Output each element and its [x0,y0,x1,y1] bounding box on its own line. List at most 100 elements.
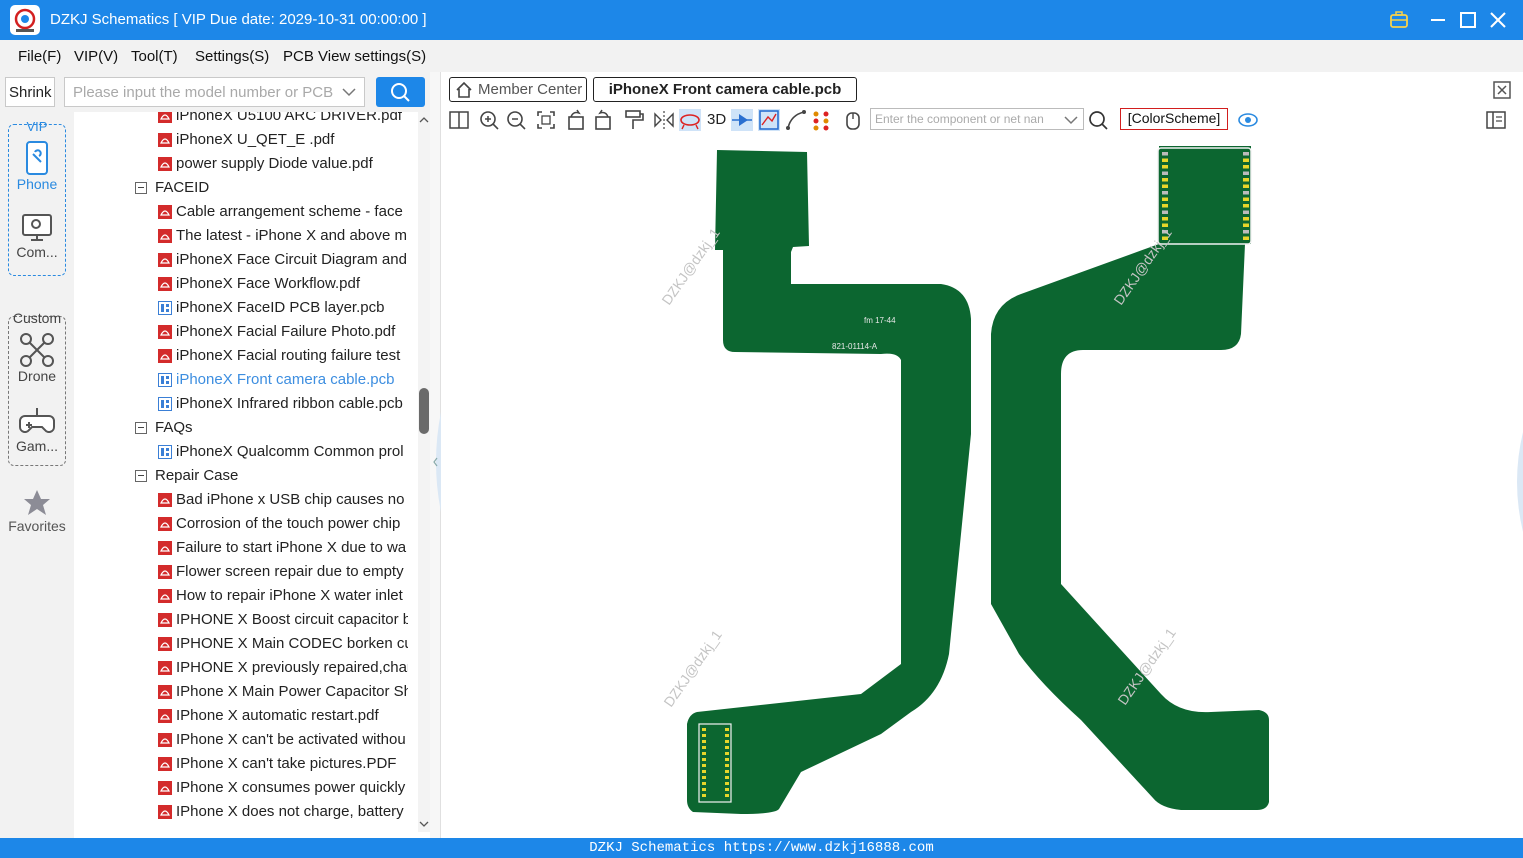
find-search-icon[interactable] [1087,109,1109,131]
tree-item[interactable]: iPhoneX U5100 ARC DRIVER.pdf [158,112,408,128]
briefcase-icon[interactable] [1388,9,1410,31]
tree-item[interactable]: IPHONE X Boost circuit capacitor b [158,608,408,632]
minimize-button[interactable] [1427,9,1449,31]
connector-pad[interactable] [1243,165,1249,169]
connector-pad[interactable] [702,770,706,773]
connector-pad[interactable] [702,752,706,755]
tree-folder[interactable]: FACEID [135,176,335,200]
eye-icon[interactable] [1237,109,1259,131]
connector-pad[interactable] [725,746,729,749]
tree-item[interactable]: IPhone X can't take pictures.PDF [158,752,408,776]
category-drone[interactable]: Drone [0,332,74,384]
connector-pad[interactable] [1162,191,1168,195]
pcb-canvas[interactable]: fm 17-44 821-01114-A DZKJ@dzkj_1 DZKJ@dz… [441,134,1523,838]
tab-active-pcb[interactable]: iPhoneX Front camera cable.pcb [593,77,857,102]
connector-pad[interactable] [1243,236,1249,241]
connector-pad[interactable] [1162,210,1168,215]
menu-tool[interactable]: Tool(T) [131,48,178,65]
tree-item[interactable]: iPhoneX FaceID PCB layer.pcb [158,296,408,320]
connector-pad[interactable] [702,734,706,737]
tree-item[interactable]: IPhone X automatic restart.pdf [158,704,408,728]
connector-pad[interactable] [1162,204,1168,208]
tree-folder[interactable]: Repair Case [135,464,335,488]
zoom-in-icon[interactable] [478,109,500,131]
tree-item[interactable]: IPhone X can't be activated withou [158,728,408,752]
tree-item[interactable]: iPhoneX Face Circuit Diagram and [158,248,408,272]
connector-pad[interactable] [1243,152,1249,156]
connector-pad[interactable] [702,758,706,761]
connector-pad[interactable] [725,770,729,773]
connector-pad[interactable] [725,752,729,755]
pcb-board-view[interactable]: fm 17-44 821-01114-A DZKJ@dzkj_1 DZKJ@dz… [441,134,1523,838]
menu-pcb-view-settings[interactable]: PCB View settings(S) [283,48,426,65]
connector-pad[interactable] [725,794,729,797]
pins-icon[interactable] [811,109,833,131]
tree-item[interactable]: iPhoneX Qualcomm Common prol [158,440,408,464]
tree-item[interactable]: IPHONE X previously repaired,char [158,656,408,680]
tree-item[interactable]: iPhoneX Infrared ribbon cable.pcb [158,392,408,416]
tree-item[interactable]: iPhoneX Facial routing failure test [158,344,408,368]
fit-view-icon[interactable] [535,109,557,131]
chevron-down-icon[interactable] [1064,115,1078,125]
category-computer[interactable]: Com... [0,212,74,260]
connector-pad[interactable] [1243,204,1249,208]
rotate-right-icon[interactable] [592,109,614,131]
menu-file[interactable]: File(F) [18,48,61,65]
color-scheme-button[interactable]: [ColorScheme] [1120,108,1228,130]
collapse-toggle-icon[interactable] [135,422,147,434]
panel-splitter[interactable] [430,72,441,838]
net-highlight-icon[interactable] [758,109,780,131]
tree-item[interactable]: IPhone X consumes power quickly [158,776,408,800]
connector-pad[interactable] [1162,178,1168,182]
connector-pad[interactable] [1243,158,1249,163]
connector-pad[interactable] [702,764,706,767]
scroll-up-icon[interactable] [418,114,430,126]
connector-pad[interactable] [1243,217,1249,221]
connector-pad[interactable] [702,776,706,779]
connector-pad[interactable] [725,788,729,791]
shrink-button[interactable]: Shrink [5,77,55,107]
connector-pad[interactable] [1162,197,1168,202]
flip-board-icon[interactable] [679,109,701,131]
connector-pad[interactable] [1243,223,1249,228]
connector-pad[interactable] [702,728,706,731]
category-phone[interactable]: Phone [0,140,74,192]
chevron-down-icon[interactable] [342,87,356,97]
connector-pad[interactable] [725,734,729,737]
collapse-panel-icon[interactable] [430,412,441,512]
connector-pad[interactable] [1243,178,1249,182]
three-d-button[interactable]: 3D [707,111,726,128]
menu-settings[interactable]: Settings(S) [195,48,269,65]
mirror-icon[interactable] [653,109,675,131]
close-tab-icon[interactable] [1492,80,1512,100]
connector-pad[interactable] [725,764,729,767]
connector-pad[interactable] [1162,165,1168,169]
tree-item[interactable]: Flower screen repair due to empty [158,560,408,584]
tree-item[interactable]: Bad iPhone x USB chip causes no c [158,488,408,512]
maximize-button[interactable] [1457,9,1479,31]
rotate-left-icon[interactable] [565,109,587,131]
connector-pad[interactable] [725,728,729,731]
trace-route-icon[interactable] [785,109,807,131]
favorites-button[interactable]: Favorites [0,488,74,534]
tree-scroll-thumb[interactable] [419,388,429,434]
tree-item[interactable]: How to repair iPhone X water inlet [158,584,408,608]
connector-pad[interactable] [1243,191,1249,195]
connector-pad[interactable] [1243,210,1249,215]
connector-pad[interactable] [1162,158,1168,163]
tree-item[interactable]: Cable arrangement scheme - face [158,200,408,224]
collapse-toggle-icon[interactable] [135,470,147,482]
close-button[interactable] [1487,9,1509,31]
zoom-out-icon[interactable] [505,109,527,131]
connector-pad[interactable] [1243,171,1249,176]
tree-scrollbar[interactable] [418,112,430,832]
tab-member-center[interactable]: Member Center [449,77,587,102]
search-button[interactable] [376,77,425,107]
connector-pad[interactable] [725,776,729,779]
pan-hand-icon[interactable] [842,109,864,131]
tree-item[interactable]: iPhoneX Face Workflow.pdf [158,272,408,296]
connector-pad[interactable] [725,758,729,761]
tree-item[interactable]: iPhoneX Facial Failure Photo.pdf [158,320,408,344]
split-view-icon[interactable] [448,109,470,131]
tree-item[interactable]: iPhoneX Front camera cable.pcb [158,368,408,392]
